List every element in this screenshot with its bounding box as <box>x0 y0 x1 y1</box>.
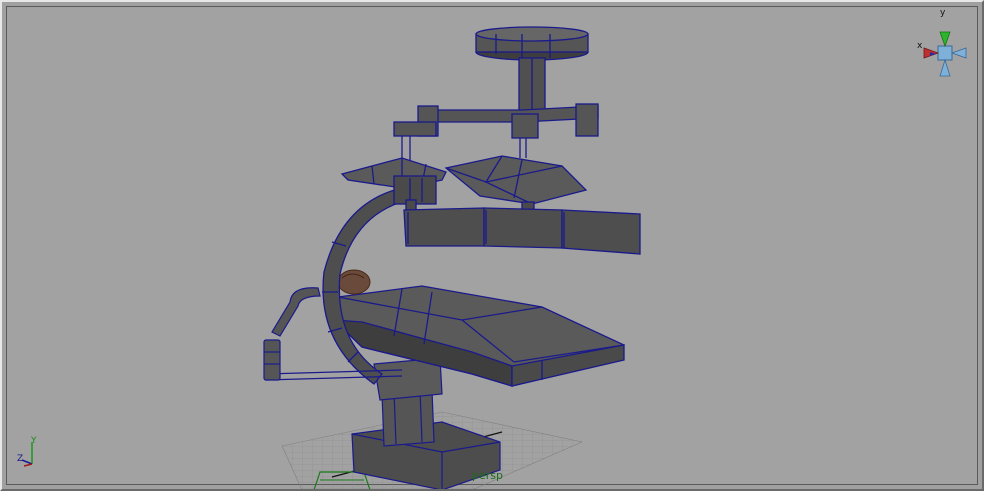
monitor-panels[interactable] <box>403 207 641 255</box>
view-cube-gizmo[interactable] <box>923 31 967 77</box>
ceiling-mount[interactable] <box>475 26 589 115</box>
view-cube-x-label: x <box>917 41 923 51</box>
origin-z-label: Z <box>17 454 24 464</box>
c-arm[interactable] <box>265 187 409 385</box>
persp-viewport[interactable]: persp y x Y Z <box>0 0 984 491</box>
camera-name-label: persp <box>472 469 503 482</box>
surgical-lamp-left[interactable] <box>340 157 447 205</box>
origin-y-label: Y <box>31 436 37 446</box>
scene-3d[interactable] <box>2 2 984 491</box>
side-arm[interactable] <box>263 287 321 381</box>
light-arm[interactable] <box>393 103 599 162</box>
view-cube-y-label: y <box>940 8 946 18</box>
patient-head[interactable] <box>337 269 371 295</box>
